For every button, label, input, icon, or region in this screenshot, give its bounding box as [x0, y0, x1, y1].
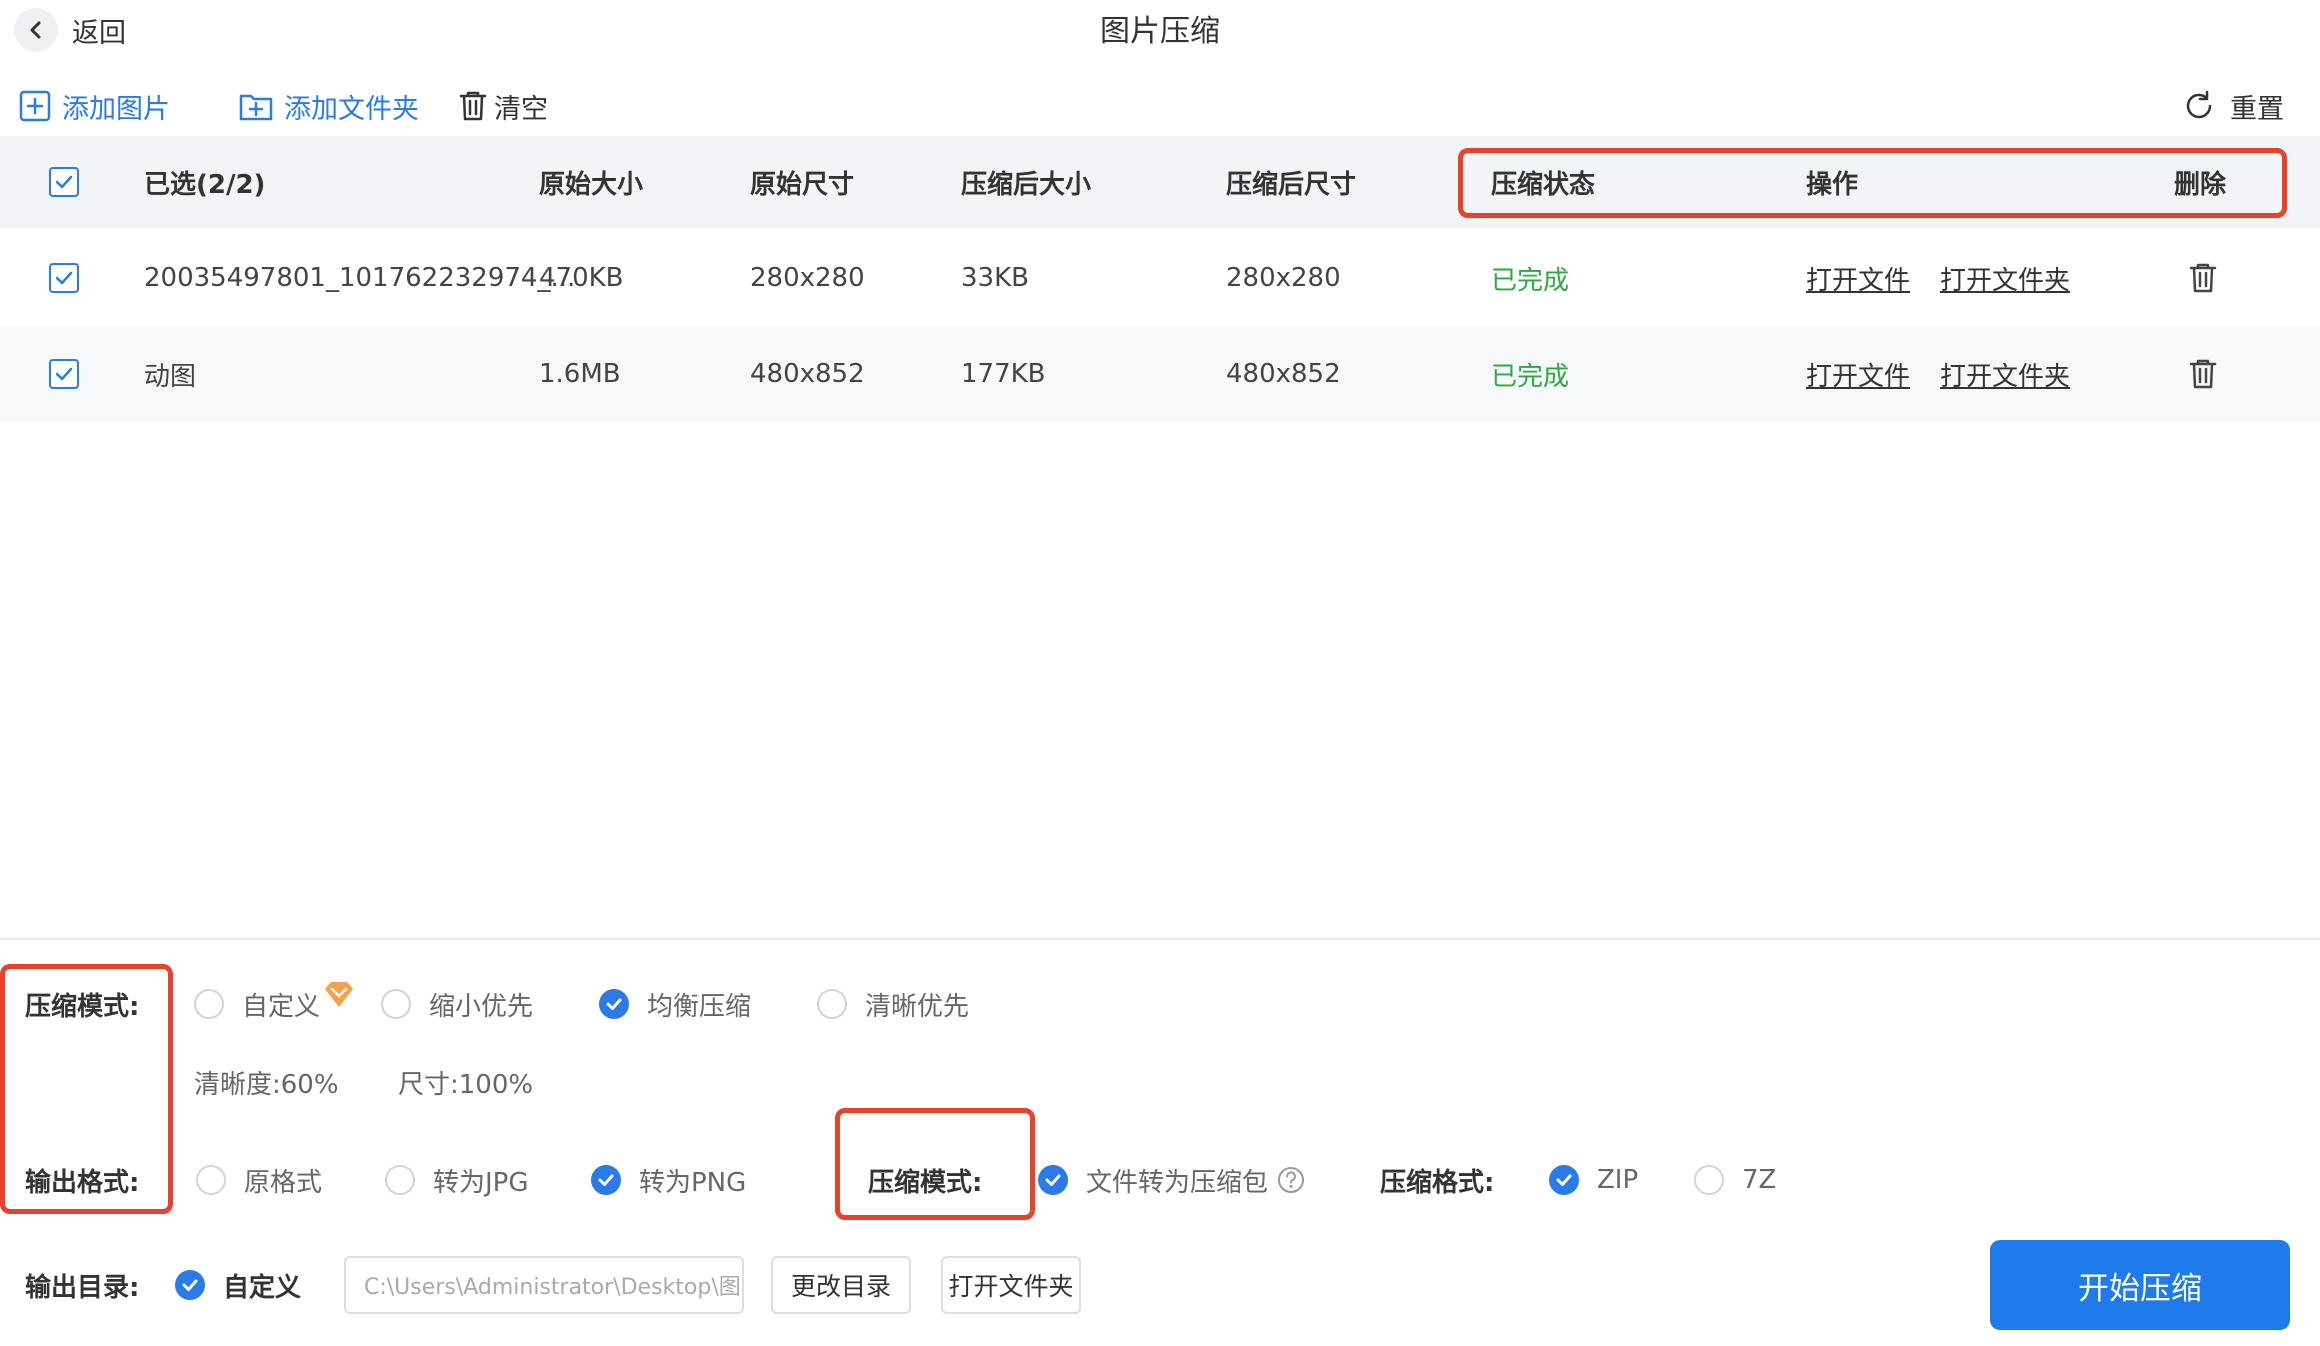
select-all-checkbox[interactable] [49, 136, 79, 228]
delete-row-icon[interactable] [2188, 230, 2218, 326]
panel-divider [0, 938, 2320, 940]
radio-checked-icon [591, 1165, 621, 1195]
header-compressed-size: 压缩后大小 [961, 169, 1092, 200]
annotation-box-header [1458, 148, 2287, 218]
mode-clarity-first-label: 清晰优先 [865, 991, 970, 1022]
add-folder-label: 添加文件夹 [284, 93, 419, 125]
open-file-link[interactable]: 打开文件 [1806, 326, 1910, 422]
help-icon[interactable] [1276, 1165, 1306, 1195]
mode-balanced-label: 均衡压缩 [647, 991, 752, 1022]
format-original-label: 原格式 [244, 1167, 323, 1198]
original-size: 1.6MB [539, 359, 621, 389]
radio-unchecked-icon [381, 989, 411, 1019]
radio-checked-icon [599, 989, 629, 1019]
mode-custom-label: 自定义 [242, 991, 321, 1022]
output-path-input[interactable]: C:\Users\Administrator\Desktop\图 [344, 1256, 744, 1314]
archive-7z-radio[interactable]: 7Z [1694, 1160, 1776, 1200]
mode-clarity-first-radio[interactable]: 清晰优先 [817, 984, 969, 1024]
compressed-size: 33KB [961, 263, 1029, 293]
radio-checked-icon [1549, 1165, 1579, 1195]
output-dir-custom-label: 自定义 [223, 1272, 302, 1303]
radio-unchecked-icon [194, 989, 224, 1019]
format-jpg-radio[interactable]: 转为JPG [385, 1160, 529, 1200]
original-dimensions: 480x852 [750, 359, 865, 389]
dimension-value: 尺寸:100% [398, 1069, 534, 1100]
format-original-radio[interactable]: 原格式 [196, 1160, 322, 1200]
start-compress-button[interactable]: 开始压缩 [1990, 1240, 2290, 1330]
radio-unchecked-icon [196, 1165, 226, 1195]
output-dir-custom-radio[interactable]: 自定义 [175, 1265, 301, 1305]
trash-icon [458, 90, 488, 122]
file-name: 20035497801_101762232974_... [144, 263, 576, 293]
add-image-button[interactable]: 添加图片 [18, 84, 170, 128]
status-badge: 已完成 [1491, 265, 1570, 296]
header-original-size: 原始大小 [539, 169, 644, 200]
radio-unchecked-icon [1694, 1165, 1724, 1195]
header-original-dimensions: 原始尺寸 [750, 169, 855, 200]
open-file-link[interactable]: 打开文件 [1806, 230, 1910, 326]
add-folder-button[interactable]: 添加文件夹 [238, 84, 419, 128]
original-dimensions: 280x280 [750, 263, 865, 293]
row-checkbox[interactable] [49, 230, 79, 326]
status-badge: 已完成 [1491, 361, 1570, 392]
output-dir-label: 输出目录: [25, 1272, 140, 1303]
header-compressed-dimensions: 压缩后尺寸 [1226, 169, 1357, 200]
open-folder-link[interactable]: 打开文件夹 [1940, 326, 2070, 422]
compressed-size: 177KB [961, 359, 1046, 389]
file-name: 动图 [144, 361, 197, 392]
radio-unchecked-icon [385, 1165, 415, 1195]
radio-checked-icon [175, 1270, 205, 1300]
format-jpg-label: 转为JPG [433, 1167, 529, 1198]
window-title: 图片压缩 [1100, 14, 1220, 49]
clear-button[interactable]: 清空 [458, 84, 548, 128]
reset-button[interactable]: 重置 [2182, 84, 2284, 128]
open-folder-button[interactable]: 打开文件夹 [941, 1256, 1081, 1314]
archive-zip-radio[interactable]: ZIP [1549, 1160, 1638, 1200]
annotation-box-archive-mode [835, 1108, 1035, 1220]
compressed-dimensions: 280x280 [1226, 263, 1341, 293]
delete-row-icon[interactable] [2188, 326, 2218, 422]
archive-option-checkbox[interactable]: 文件转为压缩包 [1038, 1160, 1306, 1200]
add-file-icon [18, 89, 52, 123]
change-dir-button[interactable]: 更改目录 [771, 1256, 911, 1314]
clear-label: 清空 [494, 93, 548, 125]
mode-custom-radio[interactable]: 自定义 [194, 982, 356, 1024]
table-row: 20035497801_101762232974_... 470KB 280x2… [0, 230, 2320, 326]
clarity-value: 清晰度:60% [194, 1069, 339, 1100]
radio-unchecked-icon [817, 989, 847, 1019]
table-row: 动图 1.6MB 480x852 177KB 480x852 已完成 打开文件 … [0, 326, 2320, 422]
compressed-dimensions: 480x852 [1226, 359, 1341, 389]
mode-shrink-first-label: 缩小优先 [429, 991, 534, 1022]
open-folder-link[interactable]: 打开文件夹 [1940, 230, 2070, 326]
vip-diamond-icon [322, 980, 356, 1010]
mode-balanced-radio[interactable]: 均衡压缩 [599, 984, 751, 1024]
format-png-label: 转为PNG [639, 1167, 747, 1198]
mode-shrink-first-radio[interactable]: 缩小优先 [381, 984, 533, 1024]
archive-zip-label: ZIP [1597, 1165, 1639, 1195]
annotation-box-left [0, 964, 173, 1214]
add-image-label: 添加图片 [62, 93, 170, 125]
header-selected: 已选(2/2) [144, 169, 266, 200]
refresh-icon [2182, 89, 2216, 123]
archive-7z-label: 7Z [1742, 1165, 1777, 1195]
radio-checked-icon [1038, 1165, 1068, 1195]
archive-format-label: 压缩格式: [1380, 1167, 1495, 1198]
add-folder-icon [238, 89, 274, 123]
format-png-radio[interactable]: 转为PNG [591, 1160, 746, 1200]
reset-label: 重置 [2230, 93, 2284, 125]
row-checkbox[interactable] [49, 326, 79, 422]
original-size: 470KB [539, 263, 624, 293]
archive-option-label: 文件转为压缩包 [1086, 1167, 1269, 1198]
